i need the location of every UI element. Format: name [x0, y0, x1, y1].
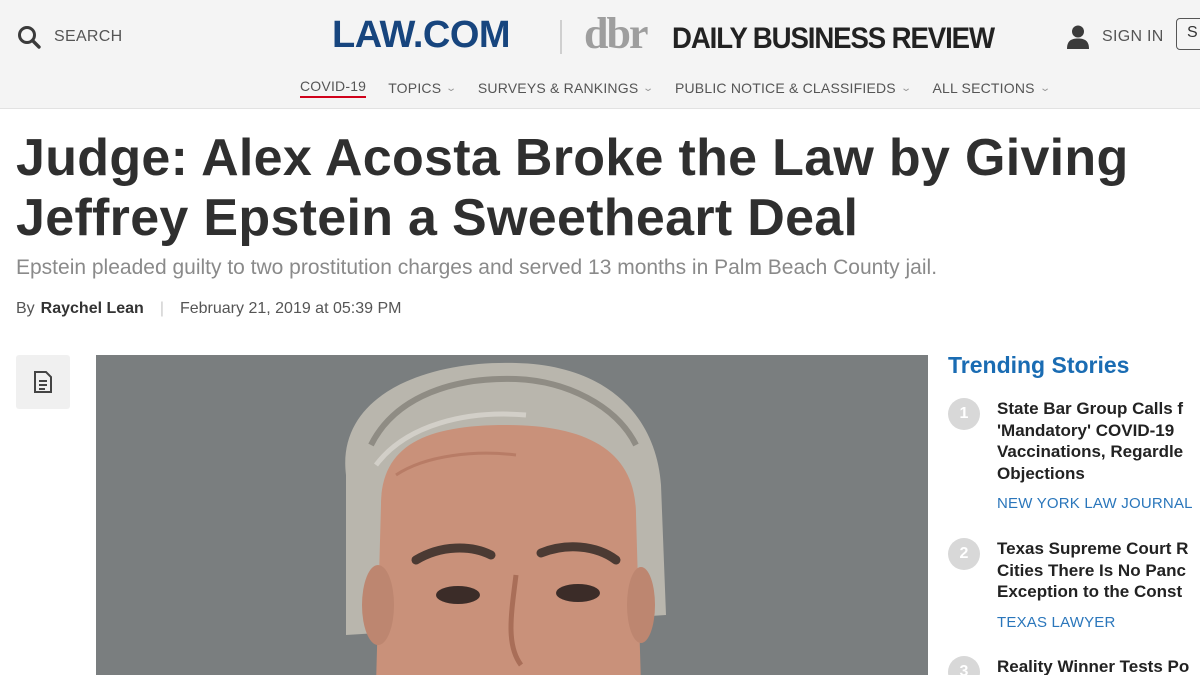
chevron-down-icon: ⌄ [445, 82, 458, 94]
portrait-photo [96, 355, 928, 675]
story-title-line: State Bar Group Calls f [997, 399, 1184, 418]
search-label: SEARCH [54, 28, 123, 45]
nav-label: COVID-19 [300, 78, 367, 94]
byline-prefix: By [16, 300, 35, 317]
trending-story-3[interactable]: 3 Reality Winner Tests Po [948, 656, 1200, 675]
story-rank-badge: 2 [948, 538, 980, 570]
chevron-down-icon: ⌄ [1038, 82, 1052, 94]
article-dek: Epstein pleaded guilty to two prostituti… [16, 256, 938, 279]
trending-stories-heading: Trending Stories [948, 352, 1130, 378]
site-header: SEARCH LAW.COM dbr DAILY BUSINESS REVIEW… [0, 0, 1200, 109]
story-title-line: Objections [997, 463, 1085, 483]
trending-story-2[interactable]: 2 Texas Supreme Court R Cities There Is … [948, 538, 1200, 638]
dbr-logo-mark[interactable]: dbr [584, 8, 649, 59]
story-title-line: 'Mandatory' COVID-19 [997, 420, 1175, 440]
user-icon [1067, 25, 1089, 49]
document-icon [34, 371, 52, 393]
nav-label: PUBLIC NOTICE & CLASSIFIEDS [674, 80, 896, 96]
story-rank-badge: 1 [948, 398, 980, 430]
story-title[interactable]: State Bar Group Calls f 'Mandatory' COVI… [997, 398, 1200, 484]
story-title-line: Reality Winner Tests Po [997, 657, 1190, 675]
story-title-line: Vaccinations, Regardle [997, 442, 1184, 461]
nav-topics[interactable]: TOPICS ⌄ [388, 78, 458, 98]
story-rank-badge: 3 [948, 656, 980, 675]
nav-covid-19[interactable]: COVID-19 [300, 78, 367, 98]
story-source[interactable]: TEXAS LAWYER [997, 614, 1116, 631]
author-link[interactable]: Raychel Lean [41, 300, 144, 318]
byline-separator: | [159, 300, 164, 317]
nav-label: TOPICS [388, 80, 442, 96]
search-icon [18, 26, 41, 49]
nav-label: ALL SECTIONS [932, 80, 1035, 96]
headline-line-2: Jeffrey Epstein a Sweetheart Deal [16, 189, 859, 247]
sign-in-label: SIGN IN [1102, 28, 1164, 45]
sign-in-button[interactable]: SIGN IN [1066, 24, 1164, 50]
story-title-line: Exception to the Const [997, 582, 1183, 601]
logo-divider [560, 20, 562, 54]
chevron-down-icon: ⌄ [642, 82, 655, 94]
main-nav: COVID-19 TOPICS ⌄ SURVEYS & RANKINGS ⌄ P… [300, 78, 1052, 98]
lawcom-logo[interactable]: LAW.COM [332, 14, 511, 57]
nav-public-notice[interactable]: PUBLIC NOTICE & CLASSIFIEDS ⌄ [674, 78, 913, 98]
byline: By Raychel Lean | February 21, 2019 at 0… [16, 300, 401, 318]
document-button[interactable] [16, 355, 70, 409]
trending-story-1[interactable]: 1 State Bar Group Calls f 'Mandatory' CO… [948, 398, 1200, 518]
story-title[interactable]: Texas Supreme Court R Cities There Is No… [997, 538, 1200, 603]
chevron-down-icon: ⌄ [900, 82, 913, 94]
search-button[interactable]: SEARCH [16, 24, 122, 50]
headline-line-1: Judge: Alex Acosta Broke the Law by Givi… [16, 129, 1129, 187]
hero-image[interactable] [96, 355, 928, 675]
publication-name[interactable]: DAILY BUSINESS REVIEW [672, 22, 995, 56]
story-source[interactable]: NEW YORK LAW JOURNAL [997, 495, 1193, 512]
publish-date: February 21, 2019 at 05:39 PM [179, 300, 402, 317]
nav-surveys-rankings[interactable]: SURVEYS & RANKINGS ⌄ [477, 78, 655, 98]
article-headline: Judge: Alex Acosta Broke the Law by Givi… [16, 128, 1200, 248]
subscribe-button[interactable]: S [1176, 18, 1200, 50]
story-title[interactable]: Reality Winner Tests Po [997, 656, 1200, 675]
nav-all-sections[interactable]: ALL SECTIONS ⌄ [932, 78, 1052, 98]
nav-label: SURVEYS & RANKINGS [477, 80, 639, 96]
story-title-line: Texas Supreme Court R [997, 539, 1189, 558]
story-title-line: Cities There Is No Panc [997, 560, 1186, 580]
